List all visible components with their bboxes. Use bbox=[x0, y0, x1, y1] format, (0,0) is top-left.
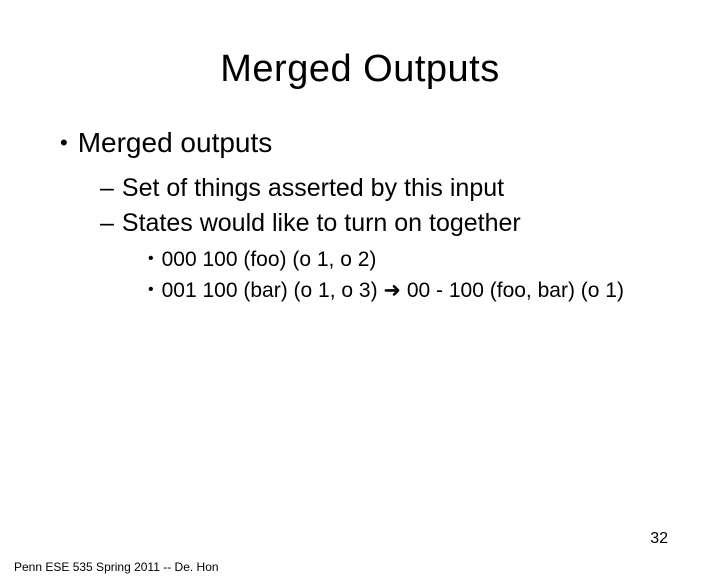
page-number: 32 bbox=[650, 530, 668, 548]
bullet-level1: • Merged outputs bbox=[60, 127, 680, 159]
bullet-level3-text: 000 100 (foo) (o 1, o 2) bbox=[162, 246, 377, 273]
bullet-dot-icon: • bbox=[60, 127, 68, 159]
l3-text-part-a: 001 100 (bar) (o 1, o 3) bbox=[162, 279, 384, 302]
l3-text-part-b: 00 - 100 (foo, bar) (o 1) bbox=[401, 279, 624, 302]
bullet-level2-text: States would like to turn on together bbox=[122, 208, 521, 239]
bullet-level2: – States would like to turn on together bbox=[100, 208, 680, 239]
bullet-dot-icon: • bbox=[148, 277, 154, 303]
bullet-level3-text: 001 100 (bar) (o 1, o 3) ➜ 00 - 100 (foo… bbox=[162, 277, 624, 304]
bullet-dot-icon: • bbox=[148, 246, 154, 272]
bullet-level3: • 000 100 (foo) (o 1, o 2) bbox=[148, 246, 680, 273]
footer-text: Penn ESE 535 Spring 2011 -- De. Hon bbox=[14, 560, 219, 574]
slide: Merged Outputs • Merged outputs – Set of… bbox=[0, 48, 720, 588]
bullet-level1-text: Merged outputs bbox=[78, 127, 273, 159]
dash-icon: – bbox=[100, 173, 114, 204]
right-arrow-icon: ➜ bbox=[383, 279, 401, 302]
bullet-level3: • 001 100 (bar) (o 1, o 3) ➜ 00 - 100 (f… bbox=[148, 277, 680, 304]
dash-icon: – bbox=[100, 208, 114, 239]
level3-group: • 000 100 (foo) (o 1, o 2) • 001 100 (ba… bbox=[100, 246, 680, 305]
level2-group: – Set of things asserted by this input –… bbox=[60, 173, 680, 304]
content-area: • Merged outputs – Set of things asserte… bbox=[0, 127, 720, 304]
bullet-level2: – Set of things asserted by this input bbox=[100, 173, 680, 204]
bullet-level2-text: Set of things asserted by this input bbox=[122, 173, 504, 204]
slide-title: Merged Outputs bbox=[0, 48, 720, 91]
